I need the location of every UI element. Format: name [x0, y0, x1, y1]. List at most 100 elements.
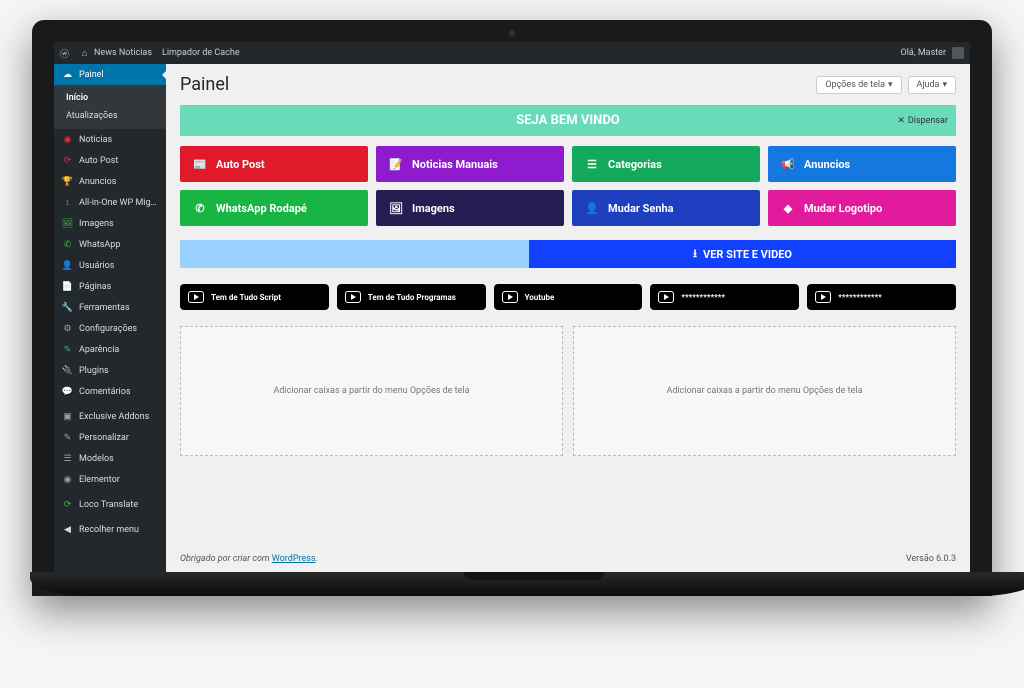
wordpress-link[interactable]: WordPress: [272, 554, 316, 564]
site-link[interactable]: ⌂ News Noticias: [79, 48, 152, 59]
welcome-title: SEJA BEM VINDO: [516, 113, 620, 128]
help-button[interactable]: Ajuda ▾: [908, 76, 957, 94]
play-icon: [815, 291, 831, 303]
sidebar-item-label: Modelos: [79, 454, 158, 464]
menu-icon: ◉: [62, 474, 73, 485]
laptop-frame: ⓦ ⌂ News Noticias Limpador de Cache Olá,…: [32, 20, 992, 596]
quick-tile[interactable]: ◆Mudar Logotipo: [768, 190, 956, 226]
menu-icon: ⟳: [62, 155, 73, 166]
sidebar-item-label: Ferramentas: [79, 303, 158, 313]
submenu-inicio[interactable]: Início: [54, 89, 166, 107]
sidebar-item[interactable]: 💬 Comentários: [54, 381, 166, 402]
view-site-button[interactable]: ⭳ VER SITE E VIDEO: [529, 240, 956, 268]
quick-tile[interactable]: 📰Auto Post: [180, 146, 368, 182]
video-link-tile[interactable]: Tem de Tudo Script: [180, 284, 329, 310]
avatar[interactable]: [952, 47, 964, 59]
welcome-panel: SEJA BEM VINDO ✕ Dispensar: [180, 105, 956, 136]
sidebar-item[interactable]: ✎Personalizar: [54, 427, 166, 448]
sidebar-item[interactable]: 🔧Ferramentas: [54, 297, 166, 318]
sidebar-item-label: Noticias: [79, 135, 158, 145]
menu-icon: 💬: [62, 386, 73, 397]
sidebar-item-label: Aparência: [79, 345, 158, 355]
tile-label: Categorias: [608, 158, 662, 171]
admin-footer: Obrigado por criar com WordPress. Versão…: [166, 546, 970, 572]
video-link-tile[interactable]: Youtube: [494, 284, 643, 310]
video-link-label: ************: [681, 293, 725, 302]
tile-label: Mudar Senha: [608, 202, 674, 215]
sidebar-item[interactable]: ⚙ Configurações: [54, 318, 166, 339]
empty-metabox-right[interactable]: Adicionar caixas a partir do menu Opções…: [573, 326, 956, 456]
quick-tile[interactable]: 📝 Noticias Manuais: [376, 146, 564, 182]
quick-tile[interactable]: 👤Mudar Senha: [572, 190, 760, 226]
body-wrap: ☁ Painel Início Atualizações ◉ Noticias ⟳ A…: [54, 64, 970, 572]
video-link-label: Youtube: [525, 293, 555, 302]
collapse-icon: ◀: [62, 524, 73, 535]
play-icon: [502, 291, 518, 303]
sidebar-item[interactable]: ◉ Noticias: [54, 129, 166, 150]
sidebar-item-label: Comentários: [79, 387, 158, 397]
sidebar-item[interactable]: 📄Páginas: [54, 276, 166, 297]
sidebar-item[interactable]: ☰Modelos: [54, 448, 166, 469]
video-link-label: Tem de Tudo Programas: [368, 293, 456, 302]
sidebar-item[interactable]: 🏆Anuncios: [54, 171, 166, 192]
quick-tile[interactable]: 🖼Imagens: [376, 190, 564, 226]
wp-logo[interactable]: ⓦ: [60, 47, 69, 60]
chevron-down-icon: ▾: [888, 80, 893, 90]
translate-icon: ⟳: [62, 499, 73, 510]
page-header: Painel Opções de tela ▾ Ajuda ▾: [166, 64, 970, 101]
quick-tile[interactable]: ✆WhatsApp Rodapé: [180, 190, 368, 226]
download-icon: ⭳: [693, 245, 697, 264]
sidebar-item[interactable]: ↕All-in-One WP Migration: [54, 192, 166, 213]
tile-label: Noticias Manuais: [412, 158, 498, 171]
cache-cleaner-link[interactable]: Limpador de Cache: [162, 48, 240, 58]
tile-label: Auto Post: [216, 158, 265, 171]
sidebar-item-label: Imagens: [79, 219, 158, 229]
menu-icon: 🏆: [62, 176, 73, 187]
video-links-row: Tem de Tudo Script Tem de Tudo Programas Y…: [180, 284, 956, 310]
screen-options-label: Opções de tela: [825, 80, 885, 90]
sidebar-item-label: Personalizar: [79, 433, 158, 443]
menu-icon: 🔌: [62, 365, 73, 376]
menu-icon: ◉: [62, 134, 73, 145]
sidebar-item[interactable]: ⟳ Auto Post: [54, 150, 166, 171]
tile-label: Anuncios: [804, 158, 850, 171]
sidebar-item[interactable]: ◉Elementor: [54, 469, 166, 490]
tile-icon: ✆: [192, 200, 208, 216]
quick-tiles-grid: 📰Auto Post 📝 Noticias Manuais ☰Categorias📢A…: [180, 146, 956, 226]
quick-tile[interactable]: ☰Categorias: [572, 146, 760, 182]
chevron-down-icon: ▾: [942, 80, 947, 90]
sidebar-item[interactable]: ✆WhatsApp: [54, 234, 166, 255]
tile-label: Imagens: [412, 202, 455, 215]
empty-metabox-left[interactable]: Adicionar caixas a partir do menu Opções…: [180, 326, 563, 456]
video-link-tile[interactable]: ************: [807, 284, 956, 310]
menu-icon: ⚙: [62, 323, 73, 334]
video-link-tile[interactable]: ************: [650, 284, 799, 310]
sidebar-item-label: Auto Post: [79, 156, 158, 166]
sidebar-submenu: Início Atualizações: [54, 85, 166, 129]
sidebar-item[interactable]: 👤Usuários: [54, 255, 166, 276]
sidebar-item[interactable]: ▣Exclusive Addons: [54, 406, 166, 427]
dismiss-button[interactable]: ✕ Dispensar: [897, 116, 948, 126]
dashboard-icon: ☁: [62, 69, 73, 80]
sidebar-item-label: Recolher menu: [79, 525, 158, 535]
dropzone-text: Adicionar caixas a partir do menu Opções…: [666, 386, 862, 396]
view-site-label: VER SITE E VIDEO: [703, 248, 792, 261]
quick-tile[interactable]: 📢Anuncios: [768, 146, 956, 182]
site-name: News Noticias: [94, 48, 152, 58]
sidebar-item-loco[interactable]: ⟳ Loco Translate: [54, 494, 166, 515]
sidebar-item[interactable]: 🔌Plugins: [54, 360, 166, 381]
sidebar-item[interactable]: 🖼Imagens: [54, 213, 166, 234]
sidebar-item[interactable]: ✎Aparência: [54, 339, 166, 360]
tile-icon: 📝: [388, 156, 404, 172]
sidebar-collapse[interactable]: ◀ Recolher menu: [54, 519, 166, 540]
sidebar-item-label: Configurações: [79, 324, 158, 334]
admin-top-bar: ⓦ ⌂ News Noticias Limpador de Cache Olá,…: [54, 42, 970, 64]
greeting-text[interactable]: Olá, Master: [901, 48, 946, 58]
sidebar-item-painel[interactable]: ☁ Painel: [54, 64, 166, 85]
sidebar-item-label: Painel: [79, 70, 158, 80]
screen-options-button[interactable]: Opções de tela ▾: [816, 76, 901, 94]
video-link-tile[interactable]: Tem de Tudo Programas: [337, 284, 486, 310]
submenu-atualizacoes[interactable]: Atualizações: [54, 107, 166, 125]
home-icon: ⌂: [79, 48, 90, 59]
help-label: Ajuda: [917, 80, 940, 90]
